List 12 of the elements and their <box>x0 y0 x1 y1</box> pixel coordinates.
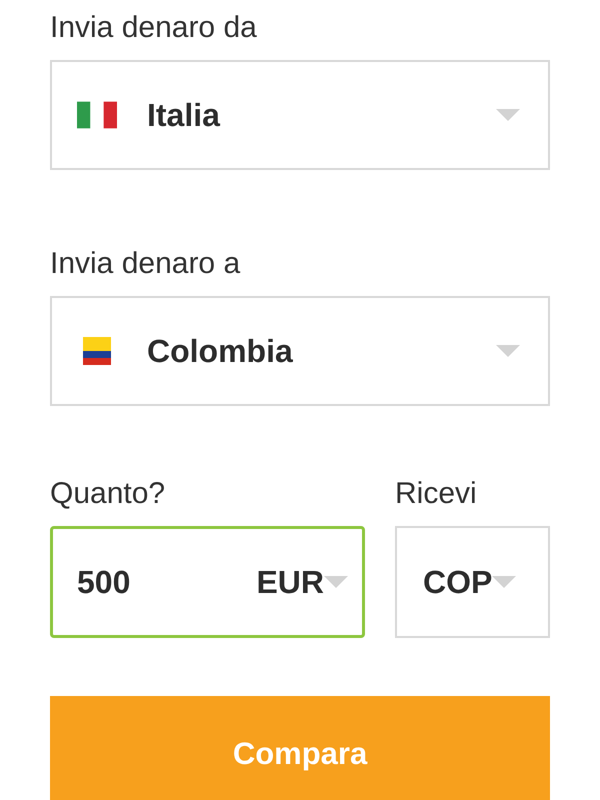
field-label: Ricevi <box>395 476 478 512</box>
country-select[interactable]: Colombia <box>50 296 550 406</box>
amount-field[interactable]: 500 EUR <box>50 526 365 638</box>
caret-icon <box>324 576 348 588</box>
field-label: Invia denaro da <box>50 10 258 46</box>
field-label: Quanto? <box>50 476 166 512</box>
caret-icon <box>496 109 520 121</box>
country-select[interactable]: Italia <box>50 60 550 170</box>
caret-icon <box>492 576 516 588</box>
field-label: Invia denaro a <box>50 246 242 282</box>
currency-select[interactable]: COP <box>395 526 550 638</box>
caret-icon <box>496 345 520 357</box>
